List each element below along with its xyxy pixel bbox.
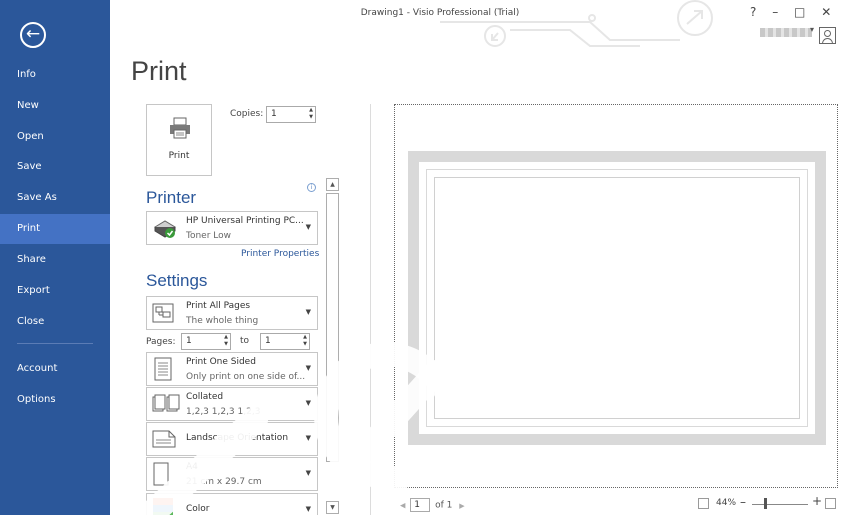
- page-count: of 1: [435, 500, 453, 511]
- nav-new[interactable]: New: [0, 91, 110, 121]
- nav-export[interactable]: Export: [0, 276, 110, 306]
- color-dropdown[interactable]: Color ▼: [146, 493, 318, 515]
- printer-status-icon: [154, 220, 176, 238]
- chevron-down-icon: ▼: [305, 223, 311, 231]
- preview-frame-shape: [408, 151, 826, 445]
- user-dropdown-arrow[interactable]: ▾: [810, 25, 814, 34]
- orientation-dropdown[interactable]: Landscape Orientation ▼: [146, 422, 318, 456]
- pages-from-stepper[interactable]: 1 ▲ ▼: [181, 333, 231, 350]
- landscape-icon: [152, 430, 176, 448]
- backstage-sidebar: ← Info New Open Save Save As Print Share…: [0, 0, 110, 515]
- page-title: Print: [131, 56, 187, 86]
- preview-frame-inner: [434, 177, 800, 419]
- paper-size-dropdown[interactable]: A4 21 cm x 29.7 cm ▼: [146, 457, 318, 491]
- zoom-slider-thumb[interactable]: [764, 498, 767, 509]
- zoom-percent: 44%: [716, 498, 737, 508]
- collated-icon: [152, 394, 180, 412]
- chevron-down-icon: ▼: [305, 434, 311, 442]
- help-button[interactable]: ?: [750, 5, 762, 19]
- nav-open[interactable]: Open: [0, 122, 110, 152]
- color-icon: [153, 498, 173, 515]
- window-controls: ? – □ ✕: [750, 5, 837, 19]
- chevron-down-icon: ▼: [305, 505, 311, 513]
- print-button-label: Print: [168, 151, 190, 161]
- scroll-thumb[interactable]: [326, 193, 339, 462]
- chevron-down-icon: ▼: [305, 399, 311, 407]
- scroll-down-icon[interactable]: ▼: [326, 501, 339, 514]
- nav-save-as[interactable]: Save As: [0, 183, 110, 213]
- zoom-to-fit-icon[interactable]: [698, 498, 709, 509]
- nav-account[interactable]: Account: [0, 354, 110, 384]
- copies-label: Copies:: [230, 109, 264, 119]
- printer-name: HP Universal Printing PC...: [186, 216, 304, 226]
- zoom-slider[interactable]: [752, 504, 808, 505]
- zoom-in-button[interactable]: +: [812, 494, 822, 508]
- sides-title: Print One Sided: [186, 357, 256, 367]
- printer-properties-link[interactable]: Printer Properties: [241, 249, 319, 259]
- print-range-dropdown[interactable]: Print All Pages The whole thing ▼: [146, 296, 318, 330]
- circuit-decoration: [440, 0, 713, 47]
- pages-to-stepper[interactable]: 1 ▲ ▼: [260, 333, 310, 350]
- sides-dropdown[interactable]: Print One Sided Only print on one side o…: [146, 352, 318, 386]
- pages-to-label: to: [240, 336, 250, 346]
- copies-value: 1: [271, 109, 277, 119]
- chevron-down-icon: ▼: [305, 308, 311, 316]
- paper-size-icon: [153, 462, 169, 486]
- prev-page-icon[interactable]: ◀: [400, 502, 405, 510]
- chevron-down-icon: ▼: [305, 469, 311, 477]
- avatar-icon[interactable]: [819, 27, 836, 44]
- stepper-arrows-icon[interactable]: ▲ ▼: [309, 107, 313, 121]
- nav-options[interactable]: Options: [0, 385, 110, 415]
- nav-share[interactable]: Share: [0, 245, 110, 275]
- pane-divider: [370, 104, 371, 515]
- zoom-to-page-icon[interactable]: [825, 498, 836, 509]
- print-preview: [394, 104, 838, 488]
- info-icon[interactable]: i: [307, 183, 316, 192]
- paper-size-title: A4: [186, 462, 198, 472]
- collation-desc: 1,2,3 1,2,3 1,2,3: [186, 407, 261, 417]
- orientation-title: Landscape Orientation: [186, 433, 289, 443]
- page-number-input[interactable]: 1: [410, 498, 431, 512]
- stepper-arrows-icon[interactable]: ▲ ▼: [224, 334, 228, 348]
- close-button[interactable]: ✕: [821, 5, 837, 19]
- collation-dropdown[interactable]: Collated 1,2,3 1,2,3 1,2,3 ▼: [146, 387, 318, 421]
- nav-save[interactable]: Save: [0, 152, 110, 182]
- print-button[interactable]: Print: [146, 104, 212, 176]
- zoom-out-button[interactable]: –: [740, 495, 746, 509]
- print-range-desc: The whole thing: [186, 316, 259, 326]
- scroll-up-icon[interactable]: ▲: [326, 178, 339, 191]
- sides-desc: Only print on one side of...: [186, 372, 306, 382]
- visio-backstage-window: ← Info New Open Save Save As Print Share…: [0, 0, 846, 515]
- pages-label: Pages:: [146, 337, 176, 347]
- preview-frame-middle: [426, 169, 808, 427]
- chevron-down-icon: ▼: [305, 364, 311, 372]
- nav-print[interactable]: Print: [0, 214, 110, 244]
- color-title: Color: [186, 504, 210, 514]
- back-arrow-icon[interactable]: ←: [20, 22, 46, 48]
- user-name-redacted[interactable]: [760, 28, 812, 37]
- settings-heading: Settings: [146, 271, 208, 290]
- stepper-arrows-icon[interactable]: ▲ ▼: [303, 334, 307, 348]
- settings-scrollbar[interactable]: ▲ ▼: [326, 178, 339, 515]
- pages-from-value: 1: [186, 336, 192, 346]
- paper-size-desc: 21 cm x 29.7 cm: [186, 477, 262, 487]
- copies-stepper[interactable]: 1 ▲ ▼: [266, 106, 316, 123]
- restore-button[interactable]: □: [794, 5, 811, 19]
- print-range-title: Print All Pages: [186, 301, 251, 311]
- next-page-icon[interactable]: ▶: [459, 502, 464, 510]
- sidebar-separator: [17, 343, 93, 344]
- minimize-button[interactable]: –: [772, 5, 784, 19]
- nav-close[interactable]: Close: [0, 307, 110, 337]
- printer-status: Toner Low: [186, 231, 231, 241]
- printer-dropdown[interactable]: HP Universal Printing PC... Toner Low ▼: [146, 211, 318, 245]
- pages-to-value: 1: [265, 336, 271, 346]
- printer-heading: Printer: [146, 188, 197, 207]
- printer-icon: [170, 117, 190, 139]
- one-sided-icon: [154, 357, 172, 381]
- collation-title: Collated: [186, 392, 224, 402]
- print-range-icon: [152, 303, 174, 323]
- nav-info[interactable]: Info: [0, 60, 110, 90]
- page-navigator: ◀ 1 of 1 ▶: [400, 498, 465, 512]
